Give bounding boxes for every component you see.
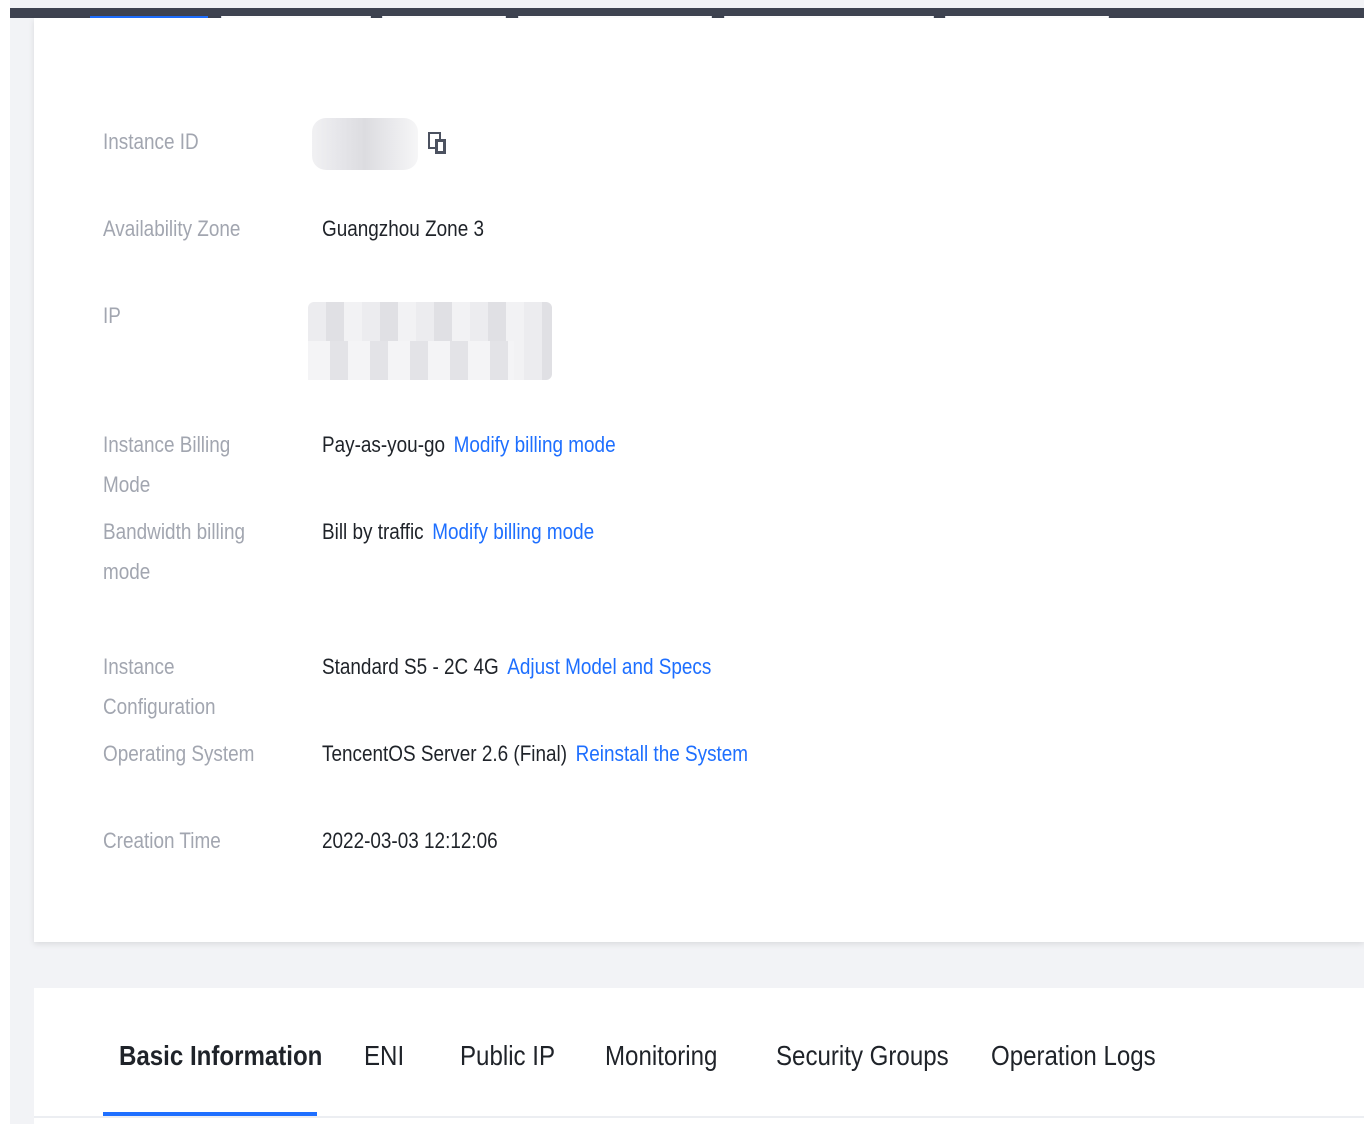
ip-label: IP bbox=[103, 303, 121, 328]
availability-zone-label: Availability Zone bbox=[103, 216, 241, 241]
bandwidth-billing-label-line1: Bandwidth billing bbox=[103, 519, 245, 544]
tabs-divider bbox=[34, 1116, 1364, 1118]
billing-mode-value: Pay-as-you-go bbox=[322, 432, 446, 457]
bandwidth-billing-value: Bill by traffic bbox=[322, 519, 424, 544]
os-value: TencentOS Server 2.6 (Final) bbox=[322, 741, 568, 766]
instance-id-label: Instance ID bbox=[103, 129, 199, 154]
tab-monitoring[interactable]: Monitoring bbox=[605, 1026, 717, 1086]
modify-billing-mode-link[interactable]: Modify billing mode bbox=[454, 432, 616, 457]
instance-info-card: Instance ID Availability Zone Guangzhou … bbox=[34, 18, 1364, 942]
tab-eni[interactable]: ENI bbox=[364, 1026, 404, 1086]
os-value-group: TencentOS Server 2.6 (Final) Reinstall th… bbox=[322, 734, 748, 774]
billing-mode-label: Instance Billing Mode bbox=[103, 432, 231, 497]
adjust-model-link[interactable]: Adjust Model and Specs bbox=[507, 654, 711, 679]
instance-id-value-redacted bbox=[312, 118, 418, 170]
instance-details-page: Instance ID Availability Zone Guangzhou … bbox=[0, 0, 1364, 1124]
reinstall-system-link[interactable]: Reinstall the System bbox=[576, 741, 748, 766]
detail-tabs: Basic Information ENI Public IP Monitori… bbox=[34, 1026, 1364, 1116]
modify-bandwidth-billing-link[interactable]: Modify billing mode bbox=[432, 519, 594, 544]
billing-mode-value-group: Pay-as-you-go Modify billing mode bbox=[322, 425, 616, 465]
creation-time-value: 2022-03-03 12:12:06 bbox=[322, 828, 498, 853]
tab-public-ip[interactable]: Public IP bbox=[460, 1026, 555, 1086]
os-label: Operating System bbox=[103, 741, 255, 766]
bandwidth-billing-value-group: Bill by traffic Modify billing mode bbox=[322, 512, 594, 552]
creation-time-label: Creation Time bbox=[103, 828, 221, 853]
bandwidth-billing-label-line2: mode bbox=[103, 559, 151, 584]
left-rail bbox=[0, 0, 10, 1124]
tab-operation-logs[interactable]: Operation Logs bbox=[991, 1026, 1156, 1086]
configuration-label: Instance Configuration bbox=[103, 654, 216, 719]
bandwidth-billing-label: Bandwidth billing mode bbox=[103, 512, 275, 592]
tab-security-groups[interactable]: Security Groups bbox=[776, 1026, 949, 1086]
ip-value-redacted bbox=[308, 302, 552, 380]
configuration-value: Standard S5 - 2C 4G bbox=[322, 654, 499, 679]
copy-icon[interactable] bbox=[428, 132, 448, 156]
configuration-value-group: Standard S5 - 2C 4G Adjust Model and Spec… bbox=[322, 647, 711, 687]
tab-basic-information[interactable]: Basic Information bbox=[119, 1026, 322, 1086]
availability-zone-value: Guangzhou Zone 3 bbox=[322, 216, 485, 241]
